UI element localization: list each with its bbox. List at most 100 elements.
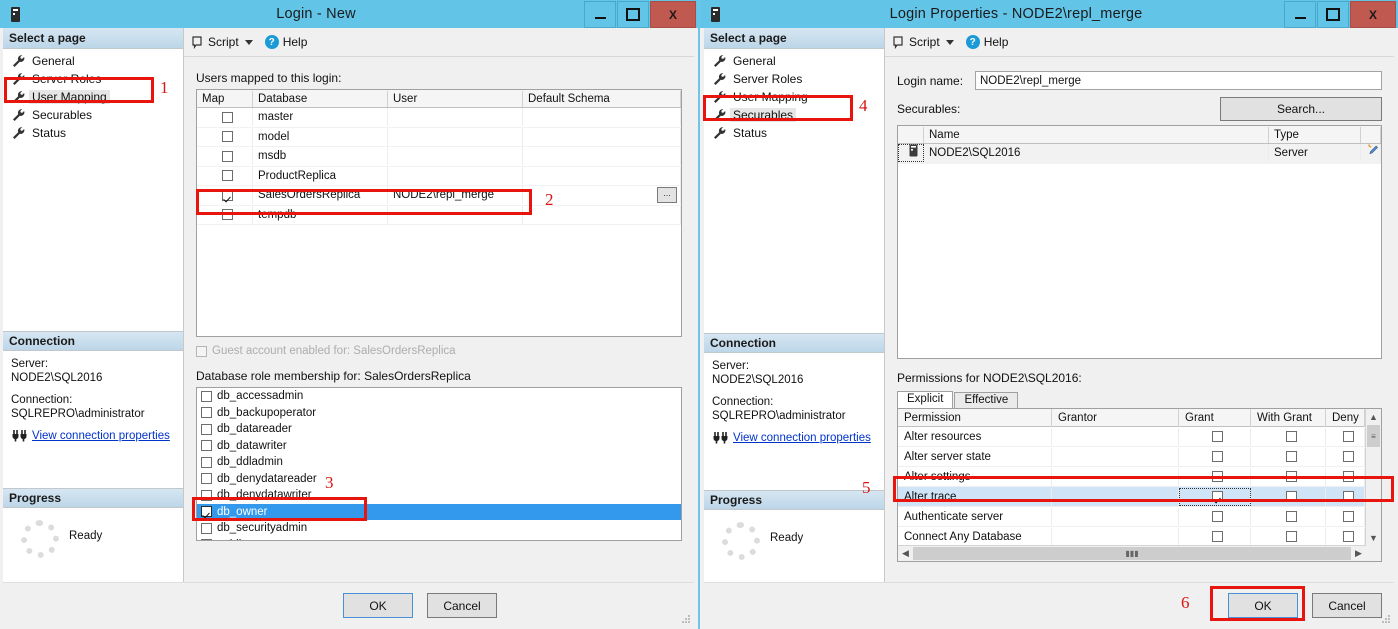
role-checkbox[interactable] xyxy=(201,539,212,540)
with-grant-checkbox[interactable] xyxy=(1285,491,1297,502)
grant-checkbox[interactable] xyxy=(1212,491,1223,502)
scroll-right-arrow-icon[interactable]: ▶ xyxy=(1351,548,1366,559)
scroll-up-arrow-icon[interactable]: ▲ xyxy=(1366,409,1381,424)
table-row[interactable]: NODE2\SQL2016 Server xyxy=(898,144,1381,164)
sidebar-item-securables[interactable]: Securables xyxy=(3,106,183,124)
with-grant-checkbox[interactable] xyxy=(1285,431,1297,442)
maximize-button[interactable] xyxy=(617,1,649,28)
table-row[interactable]: tempdb xyxy=(197,205,681,225)
with-grant-cell[interactable] xyxy=(1251,507,1326,526)
sidebar-item-user-mapping[interactable]: User Mapping xyxy=(3,88,183,106)
deny-cell[interactable] xyxy=(1326,427,1365,446)
table-row[interactable]: master xyxy=(197,108,681,128)
grant-checkbox[interactable] xyxy=(1212,531,1223,542)
with-grant-cell[interactable] xyxy=(1251,467,1326,486)
close-button[interactable]: X xyxy=(1350,1,1396,28)
grant-cell[interactable] xyxy=(1179,527,1251,545)
table-row-selected[interactable]: SalesOrdersReplica NODE2\repl_merge ... xyxy=(197,186,681,206)
table-row[interactable]: model xyxy=(197,127,681,147)
resize-grip[interactable] xyxy=(1381,613,1391,623)
deny-cell[interactable] xyxy=(1326,447,1365,466)
ok-button[interactable]: OK xyxy=(343,593,413,618)
login-name-field[interactable]: NODE2\repl_merge xyxy=(975,71,1382,90)
guest-account-row[interactable]: Guest account enabled for: SalesOrdersRe… xyxy=(196,345,682,357)
role-checkbox[interactable] xyxy=(201,390,212,402)
deny-cell[interactable] xyxy=(1326,487,1365,506)
table-row[interactable]: Alter server state xyxy=(898,447,1365,467)
with-grant-cell[interactable] xyxy=(1251,527,1326,545)
view-connection-properties-row[interactable]: View connection properties xyxy=(11,429,175,443)
sidebar-item-general[interactable]: General xyxy=(3,52,183,70)
resize-grip[interactable] xyxy=(681,613,691,623)
sidebar-item-status[interactable]: Status xyxy=(704,124,884,142)
scroll-down-arrow-icon[interactable]: ▼ xyxy=(1366,530,1381,545)
map-checkbox[interactable] xyxy=(221,111,233,123)
deny-checkbox[interactable] xyxy=(1342,491,1354,502)
with-grant-checkbox[interactable] xyxy=(1285,511,1297,522)
grant-cell[interactable] xyxy=(1179,467,1251,486)
deny-checkbox[interactable] xyxy=(1342,431,1354,442)
map-checkbox-cell[interactable] xyxy=(197,147,253,166)
scroll-left-arrow-icon[interactable]: ◀ xyxy=(898,548,913,559)
user-mapping-grid[interactable]: Map Database User Default Schema master xyxy=(196,89,682,337)
map-checkbox-cell[interactable] xyxy=(197,127,253,146)
with-grant-checkbox[interactable] xyxy=(1285,531,1297,542)
list-item[interactable]: db_ddladmin xyxy=(197,454,681,471)
list-item[interactable]: db_datawriter xyxy=(197,438,681,455)
sidebar-item-securables[interactable]: Securables xyxy=(704,106,884,124)
with-grant-cell[interactable] xyxy=(1251,447,1326,466)
with-grant-checkbox[interactable] xyxy=(1285,471,1297,482)
permissions-horizontal-scrollbar[interactable]: ◀ ▮▮▮ ▶ xyxy=(898,545,1366,561)
role-checkbox[interactable] xyxy=(201,407,212,419)
deny-checkbox[interactable] xyxy=(1342,451,1354,462)
close-button[interactable]: X xyxy=(650,1,696,28)
map-checkbox[interactable] xyxy=(221,170,233,182)
script-button[interactable]: Script xyxy=(891,35,954,50)
role-checkbox[interactable] xyxy=(201,423,212,435)
table-row[interactable]: Alter resources xyxy=(898,427,1365,447)
scrollbar-thumb-h[interactable]: ▮▮▮ xyxy=(913,547,1351,560)
list-item[interactable]: db_denydatawriter xyxy=(197,487,681,504)
deny-cell[interactable] xyxy=(1326,527,1365,545)
map-checkbox-cell[interactable] xyxy=(197,166,253,185)
database-role-listbox[interactable]: db_accessadmin db_backupoperator db_data… xyxy=(196,387,682,541)
left-titlebar[interactable]: Login - New X xyxy=(0,0,698,28)
map-checkbox[interactable] xyxy=(221,189,233,201)
list-item[interactable]: db_backupoperator xyxy=(197,405,681,422)
chevron-down-icon[interactable] xyxy=(244,39,253,45)
ok-button[interactable]: OK xyxy=(1228,593,1298,618)
list-item[interactable]: public xyxy=(197,537,681,540)
deny-checkbox[interactable] xyxy=(1342,471,1354,482)
with-grant-cell[interactable] xyxy=(1251,427,1326,446)
map-checkbox[interactable] xyxy=(221,209,233,221)
role-checkbox[interactable] xyxy=(201,489,212,501)
list-item[interactable]: db_securityadmin xyxy=(197,520,681,537)
deny-checkbox[interactable] xyxy=(1342,511,1354,522)
view-connection-properties-row[interactable]: View connection properties xyxy=(712,431,876,445)
with-grant-cell[interactable] xyxy=(1251,487,1326,506)
map-checkbox-cell[interactable] xyxy=(197,186,253,205)
grant-checkbox[interactable] xyxy=(1212,471,1223,482)
list-item[interactable]: db_denydatareader xyxy=(197,471,681,488)
role-checkbox[interactable] xyxy=(201,440,212,452)
table-row[interactable]: Connect Any Database xyxy=(898,527,1365,545)
sidebar-item-user-mapping[interactable]: User Mapping xyxy=(704,88,884,106)
map-checkbox-cell[interactable] xyxy=(197,108,253,127)
grant-cell[interactable] xyxy=(1179,487,1251,506)
table-row[interactable]: ProductReplica xyxy=(197,166,681,186)
permissions-grid[interactable]: Permission Grantor Grant With Grant Deny… xyxy=(897,408,1382,562)
with-grant-checkbox[interactable] xyxy=(1285,451,1297,462)
role-checkbox[interactable] xyxy=(201,473,212,485)
tab-effective[interactable]: Effective xyxy=(954,392,1019,408)
list-item[interactable]: db_datareader xyxy=(197,421,681,438)
minimize-button[interactable] xyxy=(584,1,616,28)
grant-checkbox[interactable] xyxy=(1212,451,1223,462)
view-connection-properties-link[interactable]: View connection properties xyxy=(32,429,170,443)
grant-cell[interactable] xyxy=(1179,427,1251,446)
table-row[interactable]: msdb xyxy=(197,147,681,167)
table-row[interactable]: Authenticate server xyxy=(898,507,1365,527)
sidebar-item-server-roles[interactable]: Server Roles xyxy=(704,70,884,88)
deny-checkbox[interactable] xyxy=(1342,531,1354,542)
permissions-vertical-scrollbar[interactable]: ▲ ≡ ▼ xyxy=(1365,409,1381,561)
securables-grid[interactable]: Name Type NODE2\SQL2016 Server xyxy=(897,125,1382,359)
